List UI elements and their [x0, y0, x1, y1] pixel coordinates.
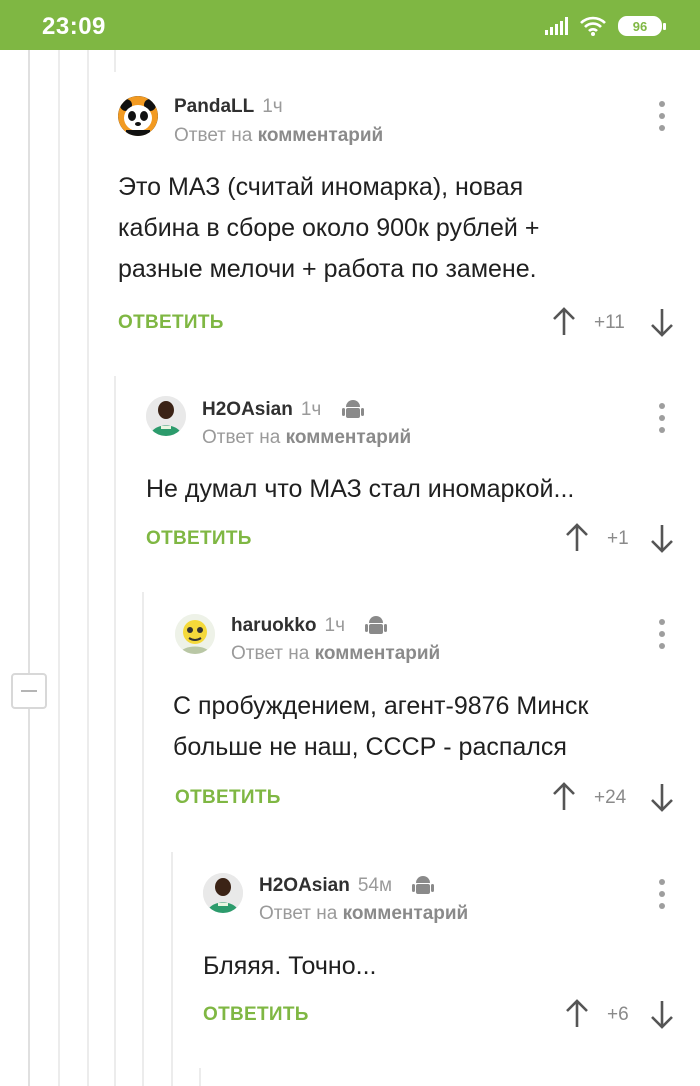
- signal-icon: [545, 17, 568, 35]
- wifi-icon: [580, 16, 606, 36]
- rating: +1: [607, 528, 629, 549]
- status-icons: 96: [545, 16, 666, 36]
- thread-line: [114, 376, 116, 1086]
- arrow-up-icon[interactable]: [551, 782, 577, 812]
- rating: +11: [594, 312, 625, 333]
- reply-to[interactable]: Ответ на комментарий: [259, 903, 468, 925]
- comment-time: 54м: [357, 875, 393, 897]
- reply-to[interactable]: Ответ на комментарий: [231, 643, 440, 665]
- reply-button[interactable]: ОТВЕТИТЬ: [146, 528, 252, 550]
- arrow-down-icon[interactable]: [649, 523, 675, 553]
- thread-line: [28, 50, 30, 1086]
- status-time: 23:09: [42, 13, 106, 40]
- comment-text: Это МАЗ (считай иномарка), новая кабина …: [118, 173, 540, 283]
- thread-line: [58, 50, 60, 1086]
- avatar[interactable]: [203, 873, 243, 913]
- comment-text: С пробуждением, агент-9876 Минск больше …: [173, 692, 589, 761]
- comment-time: 1ч: [324, 615, 345, 637]
- thread-line: [171, 852, 173, 1086]
- username[interactable]: haruokko 1ч: [231, 614, 388, 638]
- username[interactable]: H2OAsian 1ч: [202, 398, 365, 422]
- reply-button[interactable]: ОТВЕТИТЬ: [175, 787, 281, 809]
- thread-line: [199, 1068, 201, 1086]
- comment-text: Не думал что МАЗ стал иномаркой...: [146, 475, 575, 503]
- more-vertical-icon[interactable]: [657, 879, 667, 909]
- rating: +24: [594, 787, 627, 808]
- thread-line: [142, 592, 144, 1086]
- arrow-up-icon[interactable]: [564, 999, 590, 1029]
- android-icon: [365, 616, 388, 634]
- reply-to[interactable]: Ответ на комментарий: [202, 427, 411, 449]
- minus-icon: [21, 690, 37, 692]
- battery-icon: 96: [618, 16, 666, 36]
- avatar[interactable]: [146, 396, 186, 436]
- thread-line: [114, 50, 116, 72]
- arrow-down-icon[interactable]: [649, 782, 675, 812]
- arrow-down-icon[interactable]: [649, 307, 675, 337]
- rating: +6: [607, 1004, 629, 1025]
- comment-text: Бляяя. Точно...: [203, 952, 377, 980]
- more-vertical-icon[interactable]: [657, 403, 667, 433]
- comment-time: 1ч: [300, 399, 322, 421]
- reply-to[interactable]: Ответ на комментарий: [174, 125, 383, 147]
- reply-button[interactable]: ОТВЕТИТЬ: [203, 1004, 309, 1026]
- comment-time: 1ч: [262, 96, 283, 117]
- arrow-up-icon[interactable]: [564, 523, 590, 553]
- username[interactable]: PandaLL 1ч: [174, 96, 283, 118]
- username[interactable]: H2OAsian 54м: [259, 874, 435, 898]
- android-icon: [412, 876, 435, 894]
- avatar[interactable]: [118, 96, 158, 136]
- more-vertical-icon[interactable]: [657, 619, 667, 649]
- collapse-thread-button[interactable]: [11, 673, 47, 709]
- more-vertical-icon[interactable]: [657, 101, 667, 131]
- arrow-up-icon[interactable]: [551, 307, 577, 337]
- status-bar: 23:09 96: [0, 0, 700, 50]
- reply-button[interactable]: ОТВЕТИТЬ: [118, 312, 224, 334]
- arrow-down-icon[interactable]: [649, 999, 675, 1029]
- android-icon: [341, 400, 364, 418]
- thread-line: [87, 50, 89, 1086]
- avatar[interactable]: [175, 614, 215, 654]
